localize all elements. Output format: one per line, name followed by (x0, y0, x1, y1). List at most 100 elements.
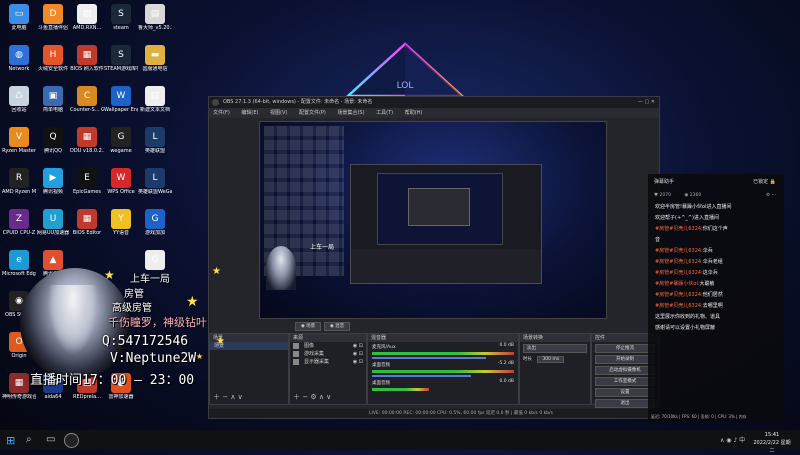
eye-lock-icon[interactable]: ◉ ⊡ (353, 342, 363, 350)
desktop-shortcut-label: 腾讯视频 (42, 189, 63, 195)
desktop-shortcut[interactable]: L 英雄联盟 (138, 127, 172, 154)
desktop-shortcut[interactable]: ◍ Network (2, 45, 36, 72)
source-item[interactable]: 图像 ◉ ⊡ (290, 342, 366, 350)
chat-text: 感谢请可以设置小礼物屏蔽 (655, 325, 716, 331)
desktop-shortcut-label: aida64 (44, 394, 62, 400)
duration-input[interactable]: 300 ms (537, 356, 565, 363)
volume-slider[interactable] (372, 357, 486, 359)
chat-message: #房管#贝壳儿6324:伞兵老组 (648, 257, 784, 268)
sources-dock-title: 来源 (290, 334, 366, 342)
desktop-shortcut[interactable]: E EpicGames (70, 168, 104, 195)
eye-lock-icon[interactable]: ◉ ⊡ (353, 358, 363, 366)
studio-mode-button[interactable]: 工作室模式 (595, 377, 655, 386)
volume-meter (372, 370, 514, 373)
volume-slider[interactable] (372, 375, 472, 377)
desktop-shortcut[interactable]: ▤ 新建文本文档 (138, 86, 172, 113)
source-item[interactable]: 显示器采集 ◉ ⊡ (290, 358, 366, 366)
desktop-shortcut[interactable]: RAMD Ryzen Master (2, 168, 36, 195)
desktop-shortcut[interactable]: ▣ 简单电脑 (36, 86, 70, 113)
star-icon: ★ (216, 336, 225, 347)
transition-select[interactable]: 淡出 (523, 344, 587, 353)
desktop-shortcut[interactable]: ▤ AMD.RXN... (70, 4, 104, 31)
chat-message: 欢迎帮子(+^_^)进入直播间 (648, 213, 784, 224)
chat-username[interactable]: #房管#贝壳儿6324: (655, 270, 703, 276)
desktop-shortcut[interactable]: ▬ 国服通电信 (138, 45, 172, 72)
nested-docks (351, 249, 541, 283)
duration-label: 时长 (523, 357, 532, 362)
desktop-shortcut[interactable]: H 火绒安全软件 (36, 45, 70, 72)
chat-username[interactable]: #房管#贝壳儿6324: (655, 292, 703, 298)
volume-meter (372, 388, 429, 391)
clock-time: 15:41 (764, 432, 780, 438)
desktop-shortcut[interactable]: Z CPUID CPU-Z (2, 209, 36, 236)
desktop-shortcut[interactable]: ♺ 回收站 (2, 86, 36, 113)
preview-overlay-text: 上车一局 (310, 244, 335, 251)
desktop-shortcut[interactable]: ▦ DDU v18.0.2.2 (70, 127, 104, 154)
tab-scenes[interactable]: ◉ 场景 (295, 322, 321, 331)
bios-editor-icon: ▦ (77, 209, 97, 229)
obs-taskbar-icon[interactable] (64, 433, 79, 448)
mixer-channel-name: 桌面音频 (372, 381, 390, 386)
desktop-shortcut[interactable]: e Microsoft Edge (2, 250, 36, 277)
desktop-shortcut[interactable]: ▶ 腾讯视频 (36, 168, 70, 195)
chat-message: #房管#贝壳儿6324:这伞兵 (648, 268, 784, 279)
desktop-shortcut-label: wegame (110, 148, 132, 154)
eye-lock-icon[interactable]: ◉ ⊡ (353, 350, 363, 358)
system-tray-icons[interactable]: ∧ ◉ ♪ 中 (720, 435, 745, 444)
desktop-shortcut[interactable]: L英雄联盟WeGame版 (138, 168, 172, 195)
menu-edit[interactable]: 编辑(E) (241, 110, 258, 116)
desktop-shortcut[interactable]: G (138, 250, 172, 271)
task-view-icon[interactable]: ▭ (46, 434, 55, 445)
desktop-shortcut[interactable]: Ssteam (104, 4, 138, 31)
desktop-shortcut[interactable]: U 网易UU加速器 (36, 209, 70, 236)
source-item[interactable]: 游戏采集 ◉ ⊡ (290, 350, 366, 358)
desktop-shortcut[interactable]: ▦ BIOS 刷入软件 (70, 45, 104, 72)
folder-icon: ▬ (145, 45, 165, 65)
desktop-shortcut[interactable]: CCounter-S... Global Off... (70, 86, 104, 113)
desktop-shortcut[interactable]: V Ryzen Master (2, 127, 36, 154)
desktop-shortcut[interactable]: G 游戏加加 (138, 209, 172, 236)
chat-username[interactable]: #房管#贝壳儿6324: (655, 259, 703, 265)
menu-profile[interactable]: 配置文件(P) (299, 110, 326, 116)
desktop-shortcut[interactable]: ▭ 此电脑 (2, 4, 36, 31)
menu-file[interactable]: 文件(F) (213, 110, 230, 116)
tab-mixer[interactable]: ◉ 混音 (324, 322, 350, 331)
menu-tools[interactable]: 工具(T) (376, 110, 393, 116)
virtual-camera-button[interactable]: 启动虚拟摄像机 (595, 366, 655, 375)
desktop-shortcut-label: 腾讯QQ (44, 148, 62, 154)
obs-preview-canvas[interactable]: 上车一局 (259, 121, 607, 319)
exit-button[interactable]: 退出 (595, 399, 655, 408)
desktop-shortcut[interactable]: D 斗鱼直播伴侣 (36, 4, 70, 31)
stop-streaming-button[interactable]: 停止推流 (595, 344, 655, 353)
chat-settings-icon[interactable]: ⚙ ⋯ (766, 190, 776, 202)
start-recording-button[interactable]: 开始录制 (595, 355, 655, 364)
chat-username[interactable]: #房管#暴躁小伙ol: (655, 281, 700, 287)
settings-button[interactable]: 设置 (595, 388, 655, 397)
desktop-shortcut[interactable]: Gwegame (104, 127, 138, 154)
obs-titlebar[interactable]: OBS 27.1.3 (64-bit, windows) - 配置文件: 未命名… (209, 97, 659, 108)
chat-username[interactable]: #房管#贝壳儿6324: (655, 303, 703, 309)
qq-icon: Q (43, 127, 63, 147)
menu-view[interactable]: 视图(V) (270, 110, 287, 116)
chat-username[interactable]: #房管#贝壳儿6324: (655, 248, 703, 254)
search-icon[interactable]: ⌕ (26, 434, 32, 445)
windows-start-icon[interactable]: ⊞ (6, 434, 15, 447)
desktop-shortcut[interactable]: W WPS Office (104, 168, 138, 195)
danmaku-chat-panel[interactable]: 弹幕助手 已锁定 🔒 ♥ 2070 ◉ 2360 ⚙ ⋯ 欢迎半房管!暴躁小伙o… (648, 174, 784, 422)
scene-add-remove-icons[interactable]: ＋ − ∧ ∨ (213, 392, 243, 402)
desktop-shortcut[interactable]: ▤鲁大师_v5.20.124... (138, 4, 172, 31)
desktop-shortcut[interactable]: ▦ BIOS Editor (70, 209, 104, 236)
chat-lock-status[interactable]: 已锁定 🔒 (753, 174, 776, 190)
desktop-shortcut[interactable]: Y YY语音 (104, 209, 138, 236)
transitions-dock-title: 场景转换 (520, 334, 590, 342)
menu-help[interactable]: 帮助(H) (405, 110, 423, 116)
obs-window[interactable]: OBS 27.1.3 (64-bit, windows) - 配置文件: 未命名… (208, 96, 660, 419)
chat-username[interactable]: #房管#贝壳儿6324: (655, 226, 703, 232)
desktop-shortcut[interactable]: S STEAM游戏库存 (104, 45, 138, 72)
desktop-shortcut[interactable]: WWallpaper Engine:... (104, 86, 138, 113)
source-toolbar-icons[interactable]: ＋ − ⚙ ∧ ∨ (293, 392, 331, 402)
window-controls-icon[interactable]: — ▢ ✕ (638, 97, 655, 108)
menu-scene-collection[interactable]: 场景集合(S) (337, 110, 364, 116)
desktop-shortcut[interactable]: Q 腾讯QQ (36, 127, 70, 154)
clock[interactable]: 15:41 2022/2/22 星期二 (752, 431, 792, 455)
